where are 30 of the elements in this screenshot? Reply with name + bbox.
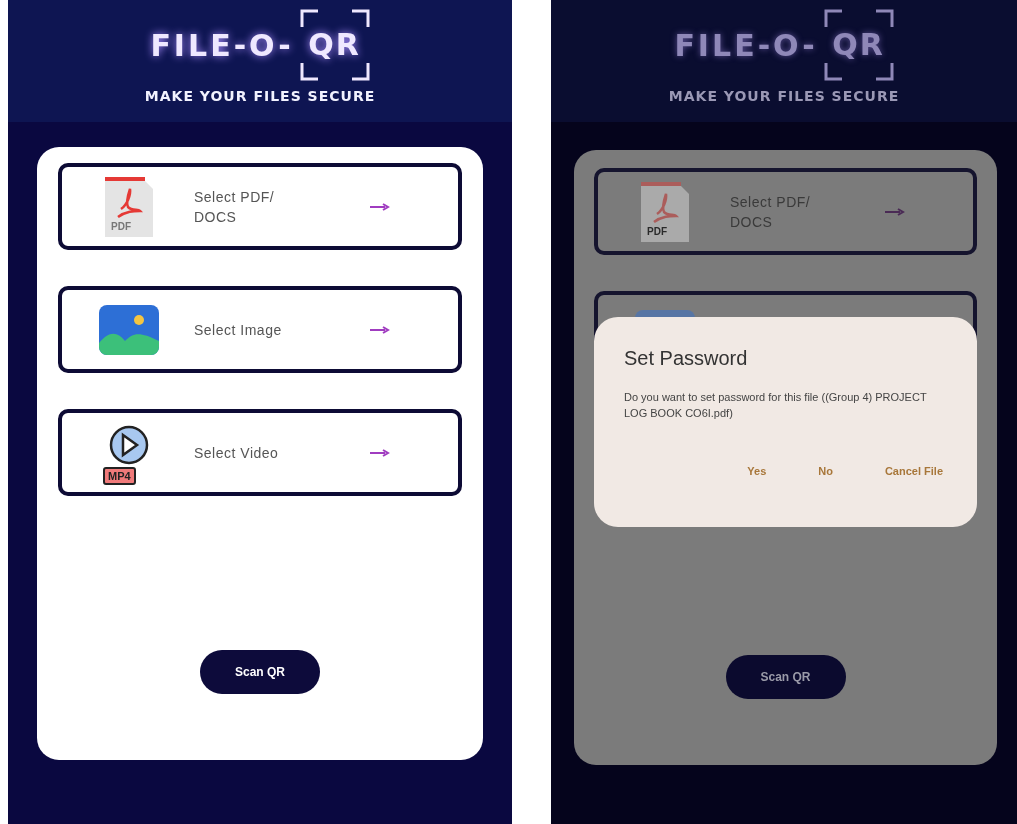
file-option[interactable]: PDF Select PDF/ DOCS [594,168,977,255]
arrow-icon [370,202,390,211]
option-label: Select Image [194,320,283,340]
scan-qr-button[interactable]: Scan QR [725,655,846,699]
option-label: Select PDF/ DOCS [194,187,276,227]
scan-frame-icon [299,9,370,81]
gallery-icon [99,304,159,355]
arrow-icon [370,448,390,457]
file-type-label: PDF [647,224,667,239]
option-label: Select PDF/ DOCS [730,192,812,232]
pdf-file-icon [639,179,691,244]
file-option[interactable]: PDF Select PDF/ DOCS [58,163,462,250]
scan-frame-icon [823,9,894,81]
option-label: Select Video [194,443,280,463]
file-option[interactable]: MP4 Select Video [58,409,462,496]
app-logo-text: QR [308,30,361,60]
arrow-icon [885,207,905,216]
pdf-file-icon [103,174,155,239]
arrow-icon [370,325,390,334]
tagline: MAKE YOUR FILES SECURE [668,87,900,106]
dialog-title: Set Password [624,346,749,371]
file-type-label: PDF [111,219,131,234]
file-type-label: MP4 [103,466,136,485]
app-logo-text: FILE-O- [674,26,818,65]
tagline: MAKE YOUR FILES SECURE [144,87,376,106]
dialog-message: Do you want to set password for this file ((Group 4) PROJECT LOG BOOK CO6I.pdf) [624,390,928,421]
app-logo-text: QR [832,30,885,60]
app-logo-text: FILE-O- [150,26,294,65]
file-option[interactable]: Select Image [58,286,462,373]
scan-qr-button[interactable]: Scan QR [200,650,320,694]
